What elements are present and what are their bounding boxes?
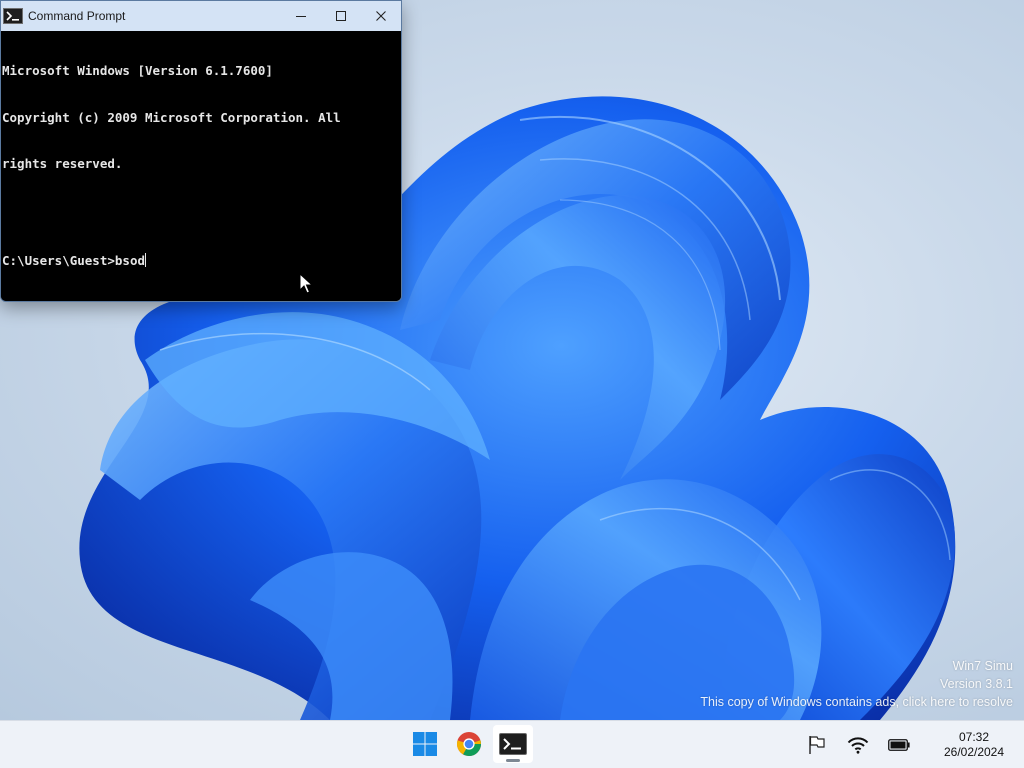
- minimize-icon: [296, 16, 306, 17]
- close-button[interactable]: [361, 1, 401, 31]
- clock-date: 26/02/2024: [943, 745, 1005, 759]
- console-input[interactable]: bsod: [115, 253, 145, 268]
- console-icon: [499, 733, 527, 755]
- window-title: Command Prompt: [28, 9, 126, 23]
- desktop[interactable]: Command Prompt Microsoft Windows [Versio…: [0, 0, 1024, 720]
- window-controls: [281, 1, 401, 31]
- taskbar-apps: [405, 725, 533, 763]
- minimize-button[interactable]: [281, 1, 321, 31]
- taskbar-clock[interactable]: 07:32 26/02/2024: [924, 730, 1024, 760]
- watermark-version: Version 3.8.1: [940, 677, 1013, 691]
- console-line: Microsoft Windows [Version 6.1.7600]: [2, 63, 273, 78]
- console-icon: [3, 8, 23, 24]
- watermark-product: Win7 Simu: [952, 659, 1013, 673]
- window-titlebar[interactable]: Command Prompt: [1, 1, 401, 31]
- activation-watermark[interactable]: Win7 Simu Version 3.8.1 This copy of Win…: [700, 657, 1013, 711]
- start-button[interactable]: [405, 725, 445, 763]
- text-caret: [145, 252, 146, 267]
- watermark-ads-notice[interactable]: This copy of Windows contains ads, click…: [700, 693, 1013, 711]
- console-line: Copyright (c) 2009 Microsoft Corporation…: [2, 109, 341, 125]
- console-prompt: C:\Users\Guest>: [2, 252, 115, 268]
- console-line: rights reserved.: [2, 156, 123, 171]
- maximize-button[interactable]: [321, 1, 361, 31]
- console-prompt-line[interactable]: C:\Users\Guest>bsod: [2, 252, 401, 269]
- wifi-icon[interactable]: [843, 730, 873, 760]
- taskbar: 07:32 26/02/2024: [0, 720, 1024, 768]
- command-prompt-window[interactable]: Command Prompt Microsoft Windows [Versio…: [0, 0, 402, 302]
- chrome-icon: [457, 732, 481, 756]
- battery-icon[interactable]: [884, 730, 914, 760]
- system-tray: 07:32 26/02/2024: [791, 721, 1024, 768]
- maximize-icon: [336, 11, 346, 21]
- chrome-button[interactable]: [449, 725, 489, 763]
- console-output[interactable]: Microsoft Windows [Version 6.1.7600] Cop…: [1, 31, 401, 301]
- mouse-pointer-icon: [299, 273, 313, 294]
- close-icon: [376, 11, 386, 21]
- command-prompt-button[interactable]: [493, 725, 533, 763]
- windows-logo-icon: [413, 732, 437, 756]
- flag-icon[interactable]: [802, 730, 832, 760]
- clock-time: 07:32: [958, 730, 990, 744]
